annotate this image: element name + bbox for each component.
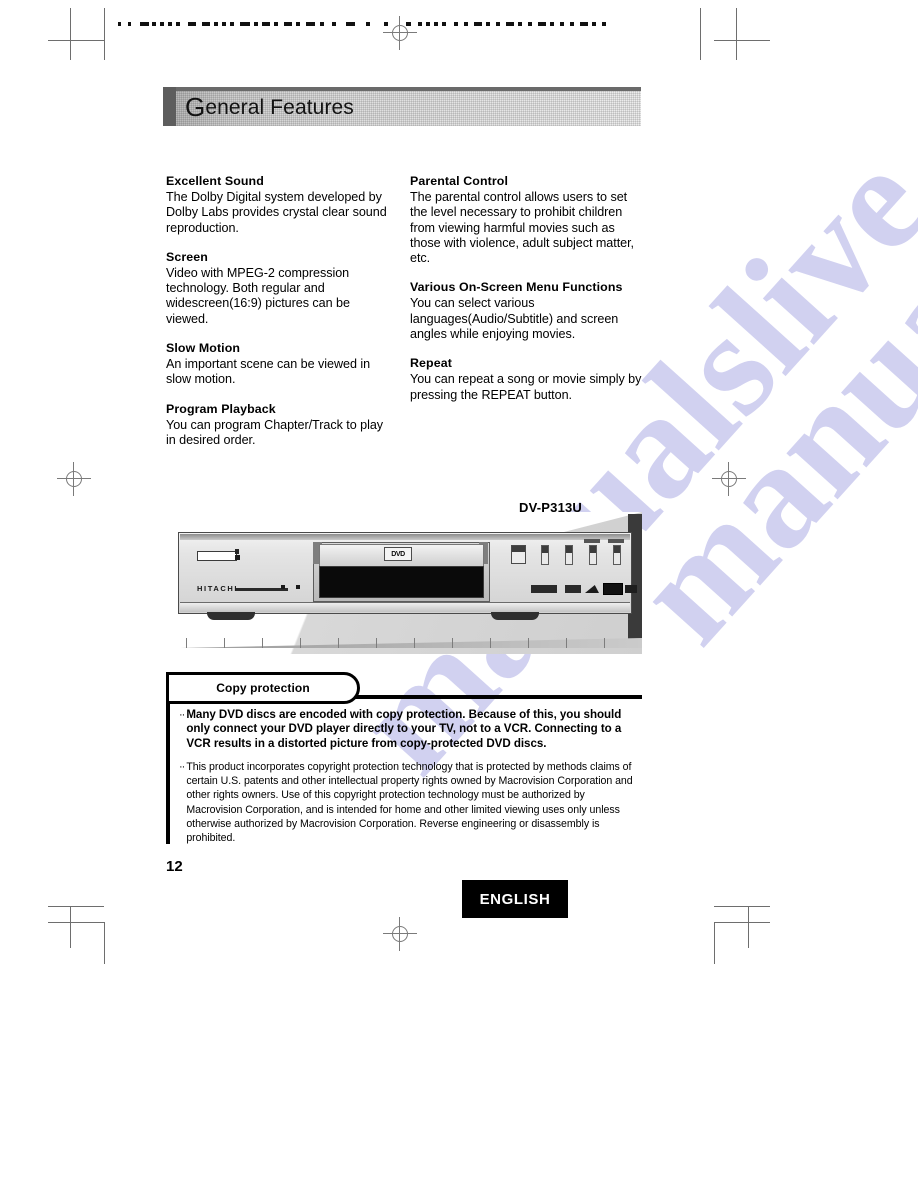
feature-body: You can select various languages(Audio/S… xyxy=(410,296,619,342)
manual-page: manualslive.com manualslive.com General … xyxy=(0,0,918,1188)
unit-foot-left xyxy=(207,612,255,620)
display-window xyxy=(197,551,237,561)
feature-column-left: Excellent Sound The Dolby Digital system… xyxy=(166,174,390,462)
crop-mark-bottom-right-edge xyxy=(748,906,749,948)
hitachi-logo: HITACHI xyxy=(197,584,239,593)
feature-body: The parental control allows users to set… xyxy=(410,190,635,266)
dvd-logo: DVD xyxy=(384,547,412,561)
feature-block: Screen Video with MPEG-2 compression tec… xyxy=(166,250,390,327)
power-button[interactable] xyxy=(511,545,526,564)
scan-artifact-dotted-line xyxy=(118,22,608,26)
bullet-marker-icon: ·· xyxy=(179,761,185,774)
control-button-1[interactable] xyxy=(541,545,549,565)
registration-mark-right xyxy=(712,462,746,496)
feature-heading: Screen xyxy=(166,249,208,264)
page-title: General Features xyxy=(185,88,354,127)
section-header: General Features xyxy=(163,87,641,126)
feature-column-right: Parental Control The parental control al… xyxy=(410,174,642,417)
section-header-left-block xyxy=(163,87,176,126)
feature-body: The Dolby Digital system developed by Do… xyxy=(166,190,387,235)
crop-mark-bottom-left-v xyxy=(104,922,105,964)
feature-block: Various On-Screen Menu Functions You can… xyxy=(410,280,642,342)
feature-body: You can program Chapter/Track to play in… xyxy=(166,417,384,447)
crop-mark-bottom-left-h xyxy=(48,906,104,907)
feature-block: Excellent Sound The Dolby Digital system… xyxy=(166,174,390,236)
copy-protection-note: ·· Many DVD discs are encoded with copy … xyxy=(179,708,642,751)
page-number: 12 xyxy=(166,858,183,875)
crop-mark-top-left-edge xyxy=(104,8,105,60)
disc-tray-slot xyxy=(319,566,484,598)
registration-mark-bottom xyxy=(383,917,417,951)
watermark-manualslive-secondary: manualslive.com xyxy=(602,0,918,674)
product-photo: HITACHI DVD xyxy=(166,512,642,654)
display-indicator-1 xyxy=(235,549,239,554)
logo-badge-3 xyxy=(585,585,599,593)
language-badge: ENGLISH xyxy=(462,880,568,918)
logo-badge-5 xyxy=(625,585,637,593)
control-button-3[interactable] xyxy=(589,545,597,565)
page-title-initial: G xyxy=(185,92,206,122)
feature-heading: Various On-Screen Menu Functions xyxy=(410,280,623,295)
crop-mark-bottom-left-edge xyxy=(70,906,71,948)
copy-protection-note-text: Many DVD discs are encoded with copy pro… xyxy=(186,708,622,750)
copy-protection-tab: Copy protection xyxy=(166,672,360,704)
display-indicator-2 xyxy=(235,555,240,560)
feature-block: Slow Motion An important scene can be vi… xyxy=(166,341,390,388)
crop-mark-bottom-right-v xyxy=(714,922,715,964)
copy-protection-note-text: This product incorporates copyright prot… xyxy=(186,761,633,844)
control-button-2[interactable] xyxy=(565,545,573,565)
feature-body: An important scene can be viewed in slow… xyxy=(166,357,371,387)
feature-block: Repeat You can repeat a song or movie si… xyxy=(410,356,642,403)
unit-bottom-bar xyxy=(180,602,630,612)
unit-foot-right xyxy=(491,612,539,620)
crop-mark-top-right-h xyxy=(714,40,770,41)
feature-block: Parental Control The parental control al… xyxy=(410,174,642,266)
control-button-4-label xyxy=(608,539,624,543)
logo-badge-2 xyxy=(565,585,581,593)
crop-mark-top-left-v xyxy=(70,8,71,60)
feature-heading: Slow Motion xyxy=(166,341,241,356)
feature-block: Program Playback You can program Chapter… xyxy=(166,402,390,449)
feature-body: You can repeat a song or movie simply by… xyxy=(410,372,642,402)
feature-heading: Excellent Sound xyxy=(166,174,264,188)
front-sensor-dot-1 xyxy=(281,585,285,589)
crop-mark-bottom-right-h2 xyxy=(714,922,770,923)
crop-mark-top-left-h xyxy=(48,40,104,41)
control-button-4[interactable] xyxy=(613,545,621,565)
feature-heading: Program Playback xyxy=(166,401,276,416)
registration-mark-left xyxy=(57,462,91,496)
dvd-logo-text: DVD xyxy=(391,550,405,558)
copy-protection-tab-label: Copy protection xyxy=(216,681,310,695)
logo-badge-1 xyxy=(531,585,557,593)
control-button-3-label xyxy=(584,539,600,543)
crop-mark-top-right-edge xyxy=(700,8,701,60)
crop-mark-bottom-left-h2 xyxy=(48,922,104,923)
dvd-player-unit: HITACHI DVD xyxy=(178,532,637,620)
feature-heading: Parental Control xyxy=(410,174,508,188)
crop-mark-bottom-right-h xyxy=(714,906,770,907)
copy-protection-box: Copy protection ·· Many DVD discs are en… xyxy=(166,672,642,844)
front-sensor-dot-2 xyxy=(296,585,300,589)
bullet-marker-icon: ·· xyxy=(179,709,185,721)
logo-badge-4 xyxy=(603,583,623,595)
copy-protection-note: ·· This product incorporates copyright p… xyxy=(179,760,642,845)
crop-mark-top-right-v xyxy=(736,8,737,60)
language-badge-label: ENGLISH xyxy=(479,890,551,908)
feature-heading: Repeat xyxy=(410,356,452,371)
feature-body: Video with MPEG-2 compression technology… xyxy=(166,265,350,326)
unit-top-strip xyxy=(180,534,630,540)
copy-protection-body: ·· Many DVD discs are encoded with copy … xyxy=(179,708,642,854)
photo-shelf-ticks xyxy=(186,638,626,648)
page-title-rest: eneral Features xyxy=(205,95,354,119)
